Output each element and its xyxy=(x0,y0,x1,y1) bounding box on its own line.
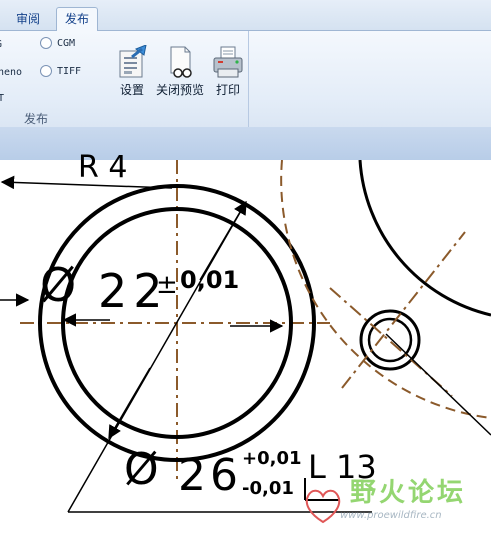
watermark-text: 野火论坛 xyxy=(350,478,467,508)
print-label: 打印 xyxy=(215,83,240,97)
outer-dim-tol-minus: -0,01 xyxy=(242,478,294,499)
close-preview-label: 关闭预览 xyxy=(155,83,204,97)
watermark-url: www.proewildfire.cn xyxy=(340,510,442,521)
format-label-t: T xyxy=(0,93,5,104)
pitch-circle-arc xyxy=(280,160,491,419)
large-arc xyxy=(358,160,491,317)
close-preview-icon xyxy=(170,46,192,78)
format-label-neno: neno xyxy=(0,67,23,78)
drawing-preview[interactable]: R 4 Ø 22 ± 0,01 Ø 26 +0,01 -0,01 L 13 野火… xyxy=(0,150,491,534)
format-label-tiff: TIFF xyxy=(57,66,82,77)
settings-label: 设置 xyxy=(119,83,144,97)
outer-dim-symbol: Ø xyxy=(124,444,159,495)
format-label-g: G xyxy=(0,39,2,50)
ribbon-tab-bar: 审阅 发布 xyxy=(0,0,491,31)
group-label-publish: 发布 xyxy=(23,112,48,126)
outer-dim-value: 26 xyxy=(178,450,242,501)
tab-publish[interactable]: 发布 xyxy=(56,7,99,31)
format-option-tiff[interactable]: TIFF xyxy=(40,65,81,77)
hole-dim-symbol: Ø xyxy=(40,258,77,312)
hole-dim-tol-symbol: ± xyxy=(156,270,178,300)
radio-icon[interactable] xyxy=(40,37,52,49)
format-option-t[interactable]: T xyxy=(0,93,4,104)
format-label-cgm: CGM xyxy=(57,38,76,49)
printer-icon xyxy=(213,46,243,78)
format-option-cgm[interactable]: CGM xyxy=(40,37,75,49)
ribbon: 审阅 发布 G CGM neno TIFF T xyxy=(0,0,491,160)
settings-icon xyxy=(119,45,147,78)
ribbon-bottom-band xyxy=(0,127,491,160)
watermark-logo-icon xyxy=(305,489,341,524)
small-hole-leader xyxy=(385,333,491,436)
tab-review[interactable]: 审阅 xyxy=(8,8,48,30)
ribbon-panel: G CGM neno TIFF T xyxy=(0,31,491,127)
print-button[interactable]: 打印 xyxy=(212,45,244,98)
radius-label: R 4 xyxy=(78,150,128,185)
radio-icon[interactable] xyxy=(40,65,52,77)
publish-group: G CGM neno TIFF T xyxy=(0,31,249,127)
outer-dim-tol-plus: +0,01 xyxy=(242,448,302,469)
format-option-g[interactable]: G xyxy=(0,39,2,50)
hole-dim-tolerance: 0,01 xyxy=(180,266,240,294)
settings-button[interactable]: 设置 xyxy=(114,45,150,98)
format-option-neno[interactable]: neno xyxy=(0,67,22,78)
close-preview-button[interactable]: 关闭预览 xyxy=(154,45,206,98)
